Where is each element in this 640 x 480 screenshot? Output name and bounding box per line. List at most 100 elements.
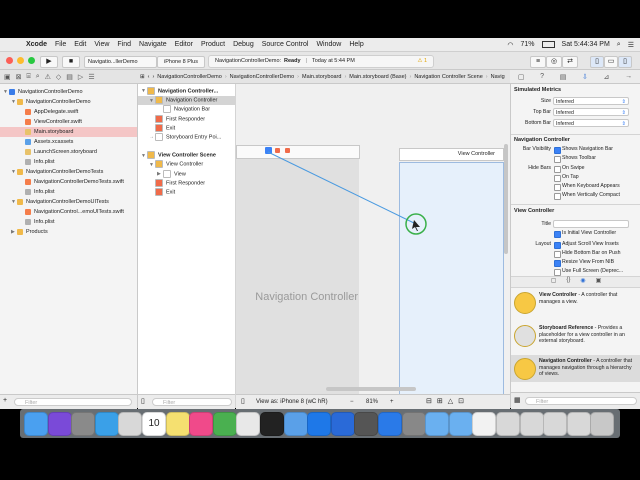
toggle-navigator-button[interactable]: ▯	[590, 56, 604, 68]
navigator-row[interactable]: Info.plist	[0, 187, 137, 197]
is-initial-vc-checkbox[interactable]	[554, 231, 561, 238]
preview-icon[interactable]	[283, 412, 308, 436]
launchpad-icon[interactable]	[71, 412, 96, 436]
notification-center-icon[interactable]: ☰	[628, 41, 634, 49]
attributes-inspector-icon[interactable]: ⇩	[582, 73, 588, 81]
breadcrumb-item[interactable]: Navigation Controller	[491, 74, 505, 80]
navigator-filter-input[interactable]: Filter	[14, 398, 132, 406]
source-control-navigator-icon[interactable]: ⊠	[16, 73, 22, 81]
resolve-issues-icon[interactable]: △	[448, 395, 453, 409]
when-vertically-compact-checkbox[interactable]	[554, 193, 561, 200]
navigator-row[interactable]: ▼ NavigationControllerDemoUITests	[0, 197, 137, 207]
menu-view[interactable]: View	[94, 41, 109, 48]
zoom-out-button[interactable]: −	[350, 395, 354, 409]
app-store-icon[interactable]	[307, 412, 332, 436]
navigator-row[interactable]: Assets.xcassets	[0, 137, 137, 147]
menu-debug[interactable]: Debug	[233, 41, 254, 48]
breadcrumb-item[interactable]: Navigation Controller Scene	[414, 74, 482, 80]
zoom-in-button[interactable]: +	[390, 395, 394, 409]
outline-row[interactable]: Exit	[138, 123, 235, 133]
shows-toolbar-checkbox[interactable]	[554, 156, 561, 163]
on-tap-checkbox[interactable]	[554, 175, 561, 182]
warning-count[interactable]: ⚠ 1	[417, 56, 427, 67]
navigator-row[interactable]: NavigationControl...emoUITests.swift	[0, 207, 137, 217]
navigator-row[interactable]: Info.plist	[0, 157, 137, 167]
title-field[interactable]	[553, 220, 629, 228]
shows-navigation-bar-checkbox[interactable]	[554, 147, 561, 154]
folder-icon[interactable]	[425, 412, 450, 436]
run-button[interactable]: ▶	[40, 56, 58, 68]
navigator-row[interactable]: Main.storyboard	[0, 127, 137, 137]
battery-percent[interactable]: 71%	[521, 41, 535, 48]
storyboard-canvas[interactable]: Navigation Controller View Controller	[236, 84, 510, 396]
close-window-icon[interactable]	[6, 57, 13, 64]
navigator-row[interactable]: Info.plist	[0, 217, 137, 227]
object-library-icon[interactable]: ◉	[580, 277, 585, 287]
related-items-icon[interactable]: ⊞	[140, 74, 145, 80]
menu-source-control[interactable]: Source Control	[262, 41, 309, 48]
navigator-row[interactable]: ▶ Products	[0, 227, 137, 237]
outline-row[interactable]: → Storyboard Entry Poi...	[138, 133, 235, 142]
library-item[interactable]: Storyboard Reference - Provides a placeh…	[511, 322, 640, 349]
sublime-icon[interactable]	[354, 412, 379, 436]
system-preferences-icon[interactable]	[401, 412, 426, 436]
screenshot-icon-2[interactable]	[519, 412, 544, 436]
outline-row[interactable]: Navigation Bar	[138, 105, 235, 114]
test-navigator-icon[interactable]: ◇	[56, 73, 61, 81]
navigator-row[interactable]: ▼ NavigationControllerDemo	[0, 87, 137, 97]
scheme-selector[interactable]: Navigatio...llerDemo	[84, 56, 157, 68]
metric-select[interactable]: Inferred ⇕	[553, 97, 629, 105]
menu-file[interactable]: File	[55, 41, 66, 48]
navigator-row[interactable]: AppDelegate.swift	[0, 107, 137, 117]
view-as-device[interactable]: View as: iPhone 8 (wC hR)	[256, 395, 328, 409]
outline-row[interactable]: ▼ Navigation Controller	[138, 96, 235, 106]
menu-xcode[interactable]: Xcode	[26, 41, 47, 48]
cortana-icon[interactable]	[330, 412, 355, 436]
back-icon[interactable]: ‹	[148, 74, 150, 80]
media-library-icon[interactable]: ▣	[596, 277, 602, 287]
hide-bottom-bar-checkbox[interactable]	[554, 251, 561, 258]
navigator-row[interactable]: ▼ NavigationControllerDemo	[0, 97, 137, 107]
navigator-row[interactable]: LaunchScreen.storyboard	[0, 147, 137, 157]
terminal-icon[interactable]	[260, 412, 284, 436]
menu-help[interactable]: Help	[349, 41, 363, 48]
outline-row[interactable]: First Responder	[138, 114, 235, 124]
standard-editor-button[interactable]: ≡	[530, 56, 546, 68]
chrome-icon[interactable]	[212, 412, 237, 436]
metric-select[interactable]: Inferred ⇕	[553, 108, 629, 116]
wifi-icon[interactable]: ◠	[507, 41, 513, 49]
debug-navigator-icon[interactable]: ▤	[66, 73, 73, 81]
minimize-window-icon[interactable]	[17, 57, 24, 64]
finder-icon[interactable]	[24, 412, 48, 436]
forward-icon[interactable]: ›	[152, 74, 154, 80]
adjust-scroll-insets-checkbox[interactable]	[554, 242, 561, 249]
safari-icon[interactable]	[94, 412, 119, 436]
outline-row[interactable]: First Responder	[138, 178, 235, 188]
menu-editor[interactable]: Editor	[175, 41, 193, 48]
toggle-outline-icon[interactable]: ▯	[241, 395, 245, 409]
toggle-debug-area-button[interactable]: ▭	[604, 56, 618, 68]
spotlight-icon[interactable]: ⌕	[617, 41, 621, 49]
library-filter-input[interactable]: Filter	[525, 397, 637, 405]
clock[interactable]: Sat 5:44:34 PM	[562, 41, 610, 48]
breadcrumb-item[interactable]: NavigationControllerDemo	[157, 74, 222, 80]
outline-filter-input[interactable]: Filter	[152, 398, 232, 406]
screenshot-icon-3[interactable]	[543, 412, 568, 436]
library-item[interactable]: View Controller - A controller that mana…	[511, 289, 640, 316]
battery-icon[interactable]	[541, 41, 555, 48]
photos-icon[interactable]	[236, 412, 261, 436]
hide-outline-icon[interactable]: ▯	[141, 397, 145, 405]
downloads-icon[interactable]	[448, 412, 473, 436]
horizontal-scrollbar[interactable]	[326, 387, 416, 391]
add-icon[interactable]: +	[3, 397, 7, 404]
trash-icon[interactable]	[590, 412, 615, 436]
file-template-library-icon[interactable]: ▢	[551, 277, 557, 287]
document-icon[interactable]	[472, 412, 497, 436]
outline-row[interactable]: ▼ View Controller Scene	[138, 151, 235, 160]
menu-find[interactable]: Find	[117, 41, 131, 48]
stop-button[interactable]: ■	[62, 56, 80, 68]
use-full-screen-checkbox[interactable]	[554, 269, 561, 276]
xcode-icon[interactable]	[378, 412, 402, 436]
report-navigator-icon[interactable]: ☰	[88, 73, 94, 81]
assistant-editor-button[interactable]: ◎	[546, 56, 562, 68]
